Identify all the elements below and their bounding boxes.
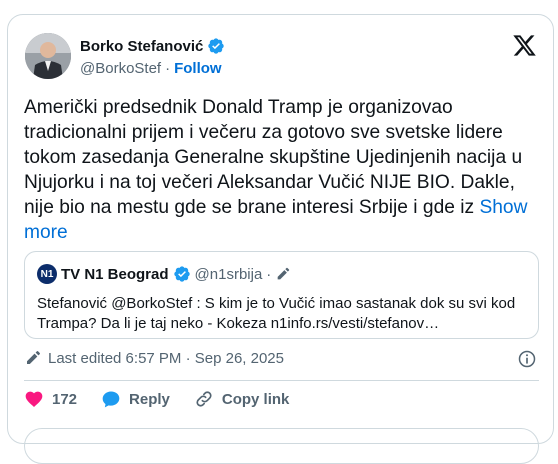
action-bar: 172 Reply Copy link	[24, 389, 313, 409]
link-icon	[196, 391, 212, 407]
quoted-tweet-text: Stefanović @BorkoStef : S kim je to Vuči…	[37, 295, 516, 332]
read-replies-button[interactable]	[24, 428, 539, 464]
author-avatar[interactable]	[25, 33, 71, 79]
n1-logo-icon: N1	[37, 264, 57, 284]
separator-dot: ·	[266, 265, 272, 283]
separator-dot: ·	[165, 60, 171, 77]
quoted-tweet[interactable]: N1 TV N1 Beograd @n1srbija · Stefanović …	[24, 251, 539, 339]
tweet-body: Američki predsednik Donald Tramp je orga…	[24, 95, 544, 245]
author-name-row: Borko Stefanović	[80, 37, 225, 55]
copy-link-button[interactable]: Copy link	[194, 389, 290, 409]
like-count: 172	[52, 390, 78, 408]
quoted-author-name: TV N1 Beograd	[61, 265, 169, 283]
tweet-card: Borko Stefanović @BorkoStef · Follow Ame…	[7, 14, 554, 464]
author-handle-row: @BorkoStef · Follow	[80, 60, 222, 77]
reply-label: Reply	[129, 390, 170, 408]
verified-badge-icon	[208, 38, 225, 54]
edit-pencil-icon	[277, 267, 290, 280]
edit-pencil-icon	[27, 351, 40, 364]
edited-timestamp[interactable]: Last edited 6:57 PM · Sep 26, 2025	[24, 349, 284, 367]
like-button[interactable]: 172	[24, 389, 77, 409]
edited-label: Last edited 6:57 PM · Sep 26, 2025	[48, 349, 284, 367]
copy-link-label: Copy link	[221, 390, 290, 408]
quoted-tweet-header: N1 TV N1 Beograd @n1srbija ·	[37, 264, 291, 284]
divider	[24, 380, 539, 381]
author-name[interactable]: Borko Stefanović	[80, 38, 203, 55]
avatar-photo	[25, 33, 71, 79]
tweet-text: Američki predsednik Donald Tramp je orga…	[24, 97, 523, 218]
follow-button[interactable]: Follow	[174, 60, 222, 77]
author-handle[interactable]: @BorkoStef	[80, 60, 161, 77]
x-logo-icon[interactable]	[512, 33, 537, 58]
reply-button[interactable]: Reply	[101, 389, 170, 409]
reply-bubble-icon	[102, 391, 120, 408]
verified-badge-icon	[173, 266, 190, 282]
info-icon[interactable]	[517, 349, 537, 369]
heart-icon	[25, 391, 43, 407]
quoted-author-handle: @n1srbija	[194, 265, 263, 283]
